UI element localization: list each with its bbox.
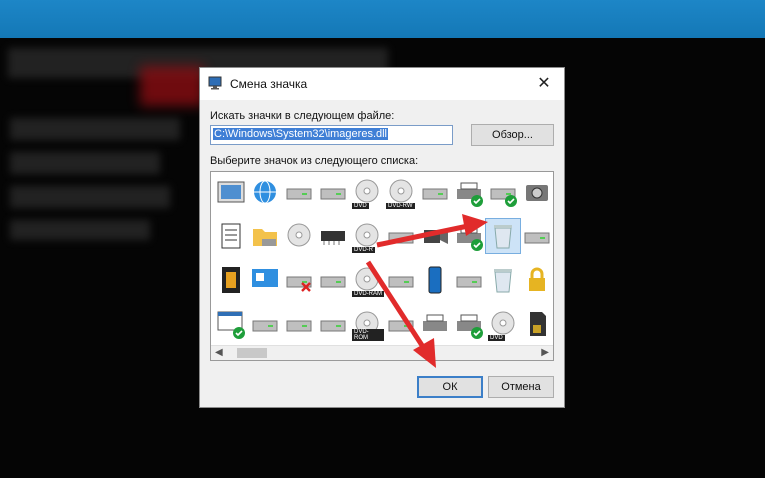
icon-caption: DVD-RW <box>386 203 415 209</box>
drive-green-icon[interactable] <box>316 175 350 209</box>
close-button[interactable]: ✕ <box>532 72 556 96</box>
network-drive-icon[interactable] <box>418 175 452 209</box>
ok-button[interactable]: ОК <box>417 376 483 398</box>
background-red-blur <box>140 66 204 106</box>
file-path-input[interactable]: C:\Windows\System32\imageres.dll <box>210 125 453 145</box>
recycle-bin-full-icon[interactable] <box>485 218 521 254</box>
floppy-red-icon[interactable] <box>384 219 418 253</box>
dvd-rw-drive-icon[interactable]: DVD-RW <box>384 175 418 209</box>
background-titlebar <box>0 0 765 38</box>
browse-button[interactable]: Обзор... <box>471 124 554 146</box>
phone-icon[interactable] <box>418 263 452 297</box>
printer-check-icon[interactable] <box>452 175 486 209</box>
dvd-rom-drive-icon[interactable]: DVD-ROM <box>350 307 384 341</box>
dvd-ram-drive-icon[interactable]: DVD-RAM <box>350 263 384 297</box>
dvd-disc-icon[interactable]: DVD <box>486 307 520 341</box>
icon-caption: DVD-R <box>352 247 375 253</box>
disc-drive-icon[interactable] <box>282 219 316 253</box>
scroll-left-icon[interactable]: ◀ <box>215 347 223 358</box>
memory-chip-icon[interactable] <box>316 219 350 253</box>
recycle-bin-empty-icon[interactable] <box>486 263 520 297</box>
change-icon-dialog: Смена значка ✕ Искать значки в следующем… <box>199 67 565 408</box>
background-text-blur <box>10 152 160 174</box>
drive-icon[interactable] <box>520 219 553 253</box>
icon-list-label: Выберите значок из следующего списка: <box>210 155 419 167</box>
icon-list[interactable]: DVD DVD-RW DVD-R DVD-RAM DVD-ROM DVD ◀ ▶ <box>210 171 554 361</box>
lock-icon[interactable] <box>520 263 553 297</box>
drive-check-icon[interactable] <box>486 175 520 209</box>
printer-check-icon[interactable] <box>452 307 486 341</box>
drive-usb-icon[interactable] <box>384 263 418 297</box>
camera-icon[interactable] <box>520 175 553 209</box>
sd-card-icon[interactable] <box>520 307 553 341</box>
scroll-right-icon[interactable]: ▶ <box>541 347 549 358</box>
window-check-icon[interactable] <box>214 307 248 341</box>
drive-icon[interactable] <box>316 263 350 297</box>
icon-caption: DVD-RAM <box>352 291 384 297</box>
network-globe-icon[interactable] <box>248 175 282 209</box>
background-text-blur <box>10 186 170 208</box>
camcorder-icon[interactable] <box>418 219 452 253</box>
dialog-title: Смена значка <box>230 77 308 91</box>
dvd-r-drive-icon[interactable]: DVD-R <box>350 219 384 253</box>
drive-green-icon[interactable] <box>452 263 486 297</box>
file-path-value: C:\Windows\System32\imageres.dll <box>213 128 389 140</box>
background-text-blur <box>10 220 150 240</box>
background-text-blur <box>10 118 180 140</box>
drive-icon[interactable] <box>282 307 316 341</box>
film-icon[interactable] <box>214 263 248 297</box>
icon-caption: DVD-ROM <box>352 329 384 341</box>
icon-caption: DVD <box>352 203 369 209</box>
icon-caption: DVD <box>488 335 505 341</box>
document-list-icon[interactable] <box>214 219 248 253</box>
scrollbar-thumb[interactable] <box>237 348 267 358</box>
dialog-titlebar: Смена значка ✕ <box>200 68 564 100</box>
printer-icon[interactable] <box>418 307 452 341</box>
floppy-drive-icon[interactable] <box>282 175 316 209</box>
picture-frame-icon[interactable] <box>214 175 248 209</box>
floppy-drive-icon[interactable] <box>248 307 282 341</box>
printer-check-icon[interactable] <box>452 219 486 253</box>
file-label: Искать значки в следующем файле: <box>210 110 395 122</box>
drive-error-icon[interactable] <box>282 263 316 297</box>
dvd-drive-icon[interactable]: DVD <box>350 175 384 209</box>
monitor-icon <box>208 76 222 90</box>
horizontal-scrollbar[interactable]: ◀ ▶ <box>211 345 553 360</box>
cancel-button[interactable]: Отмена <box>488 376 554 398</box>
folder-drive-icon[interactable] <box>248 219 282 253</box>
presentation-icon[interactable] <box>248 263 282 297</box>
windows-drive-icon[interactable] <box>316 307 350 341</box>
drive-icon[interactable] <box>384 307 418 341</box>
